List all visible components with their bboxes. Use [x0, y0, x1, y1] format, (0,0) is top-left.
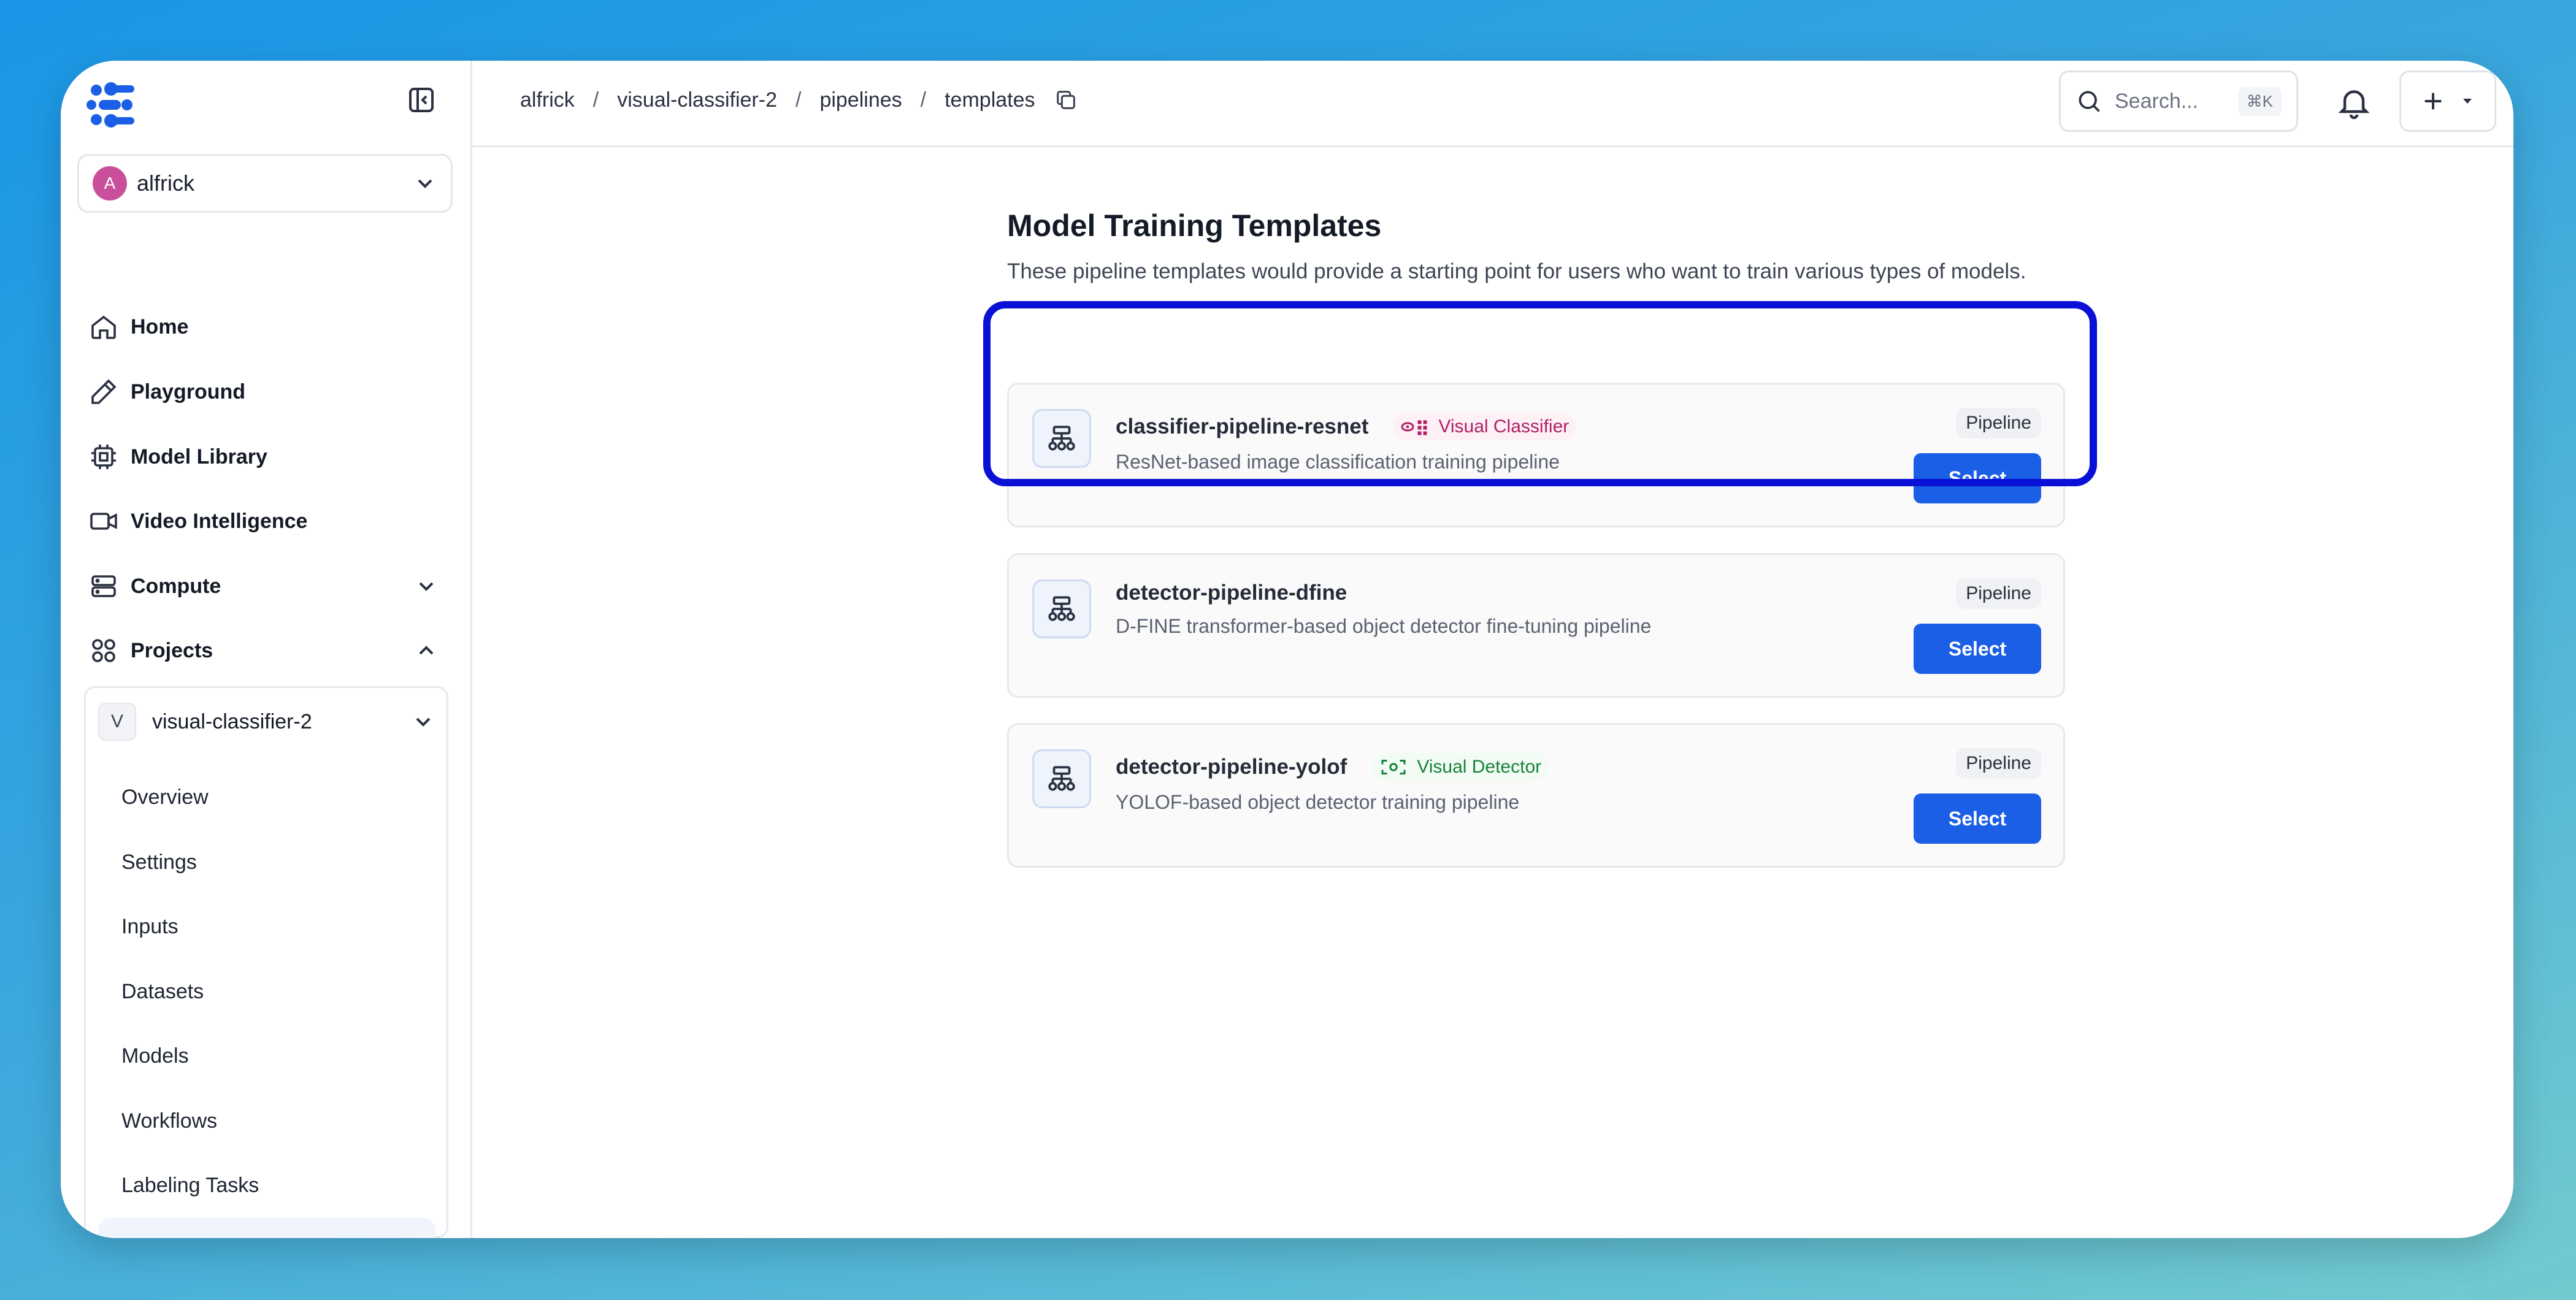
detector-icon [1381, 760, 1406, 774]
type-badge: Pipeline [1956, 578, 2041, 609]
page-title: Model Training Templates [1007, 208, 1382, 243]
sidebar-item-models[interactable]: Models [121, 1025, 459, 1087]
sidebar-item-model-library[interactable]: Model Library [89, 432, 451, 481]
plus-icon [2425, 93, 2442, 110]
template-card[interactable]: classifier-pipeline-resnet Visual Classi… [1007, 383, 2065, 527]
template-card[interactable]: detector-pipeline-dfine D-FINE transform… [1007, 553, 2065, 698]
grid-icon [92, 639, 115, 662]
breadcrumb-templates: templates [945, 88, 1035, 112]
sidebar-item-projects[interactable]: Projects [89, 626, 451, 675]
type-badge: Pipeline [1956, 408, 2041, 438]
template-description: ResNet-based image classification traini… [1116, 451, 1560, 473]
sidebar-item-workflows[interactable]: Workflows [121, 1090, 459, 1152]
sidebar-item-datasets[interactable]: Datasets [121, 961, 459, 1022]
sidebar-item-home[interactable]: Home [89, 302, 451, 351]
pen-icon [91, 379, 117, 404]
breadcrumb: alfrick / visual-classifier-2 / pipeline… [520, 88, 1078, 112]
breadcrumb-pipelines[interactable]: pipelines [819, 88, 902, 112]
template-description: D-FINE transformer-based object detector… [1116, 615, 1652, 637]
type-badge: Pipeline [1956, 748, 2041, 779]
chip-icon [91, 445, 116, 469]
search-icon [2079, 91, 2100, 112]
search-box[interactable]: ⌘K [2059, 71, 2298, 132]
project-switcher[interactable]: V visual-classifier-2 [98, 702, 435, 742]
pipeline-icon [1032, 579, 1091, 638]
sidebar-item-video-intelligence[interactable]: Video Intelligence [89, 497, 451, 546]
notifications-bell-icon[interactable] [2336, 84, 2372, 121]
search-shortcut: ⌘K [2237, 86, 2282, 116]
video-icon [90, 513, 117, 530]
select-button[interactable]: Select [1914, 793, 2041, 844]
model-type-tag: Visual Classifier [1393, 413, 1577, 441]
page-description: These pipeline templates would provide a… [1007, 259, 2026, 283]
template-title: detector-pipeline-yolof Visual Detector [1116, 753, 1549, 781]
collapse-sidebar-icon[interactable] [407, 85, 436, 115]
classifier-icon [1401, 420, 1427, 435]
sidebar-item-pipelines[interactable]: Pipelines [98, 1218, 435, 1238]
sidebar: A alfrick Home Playground Model Library … [61, 61, 472, 1238]
breadcrumb-separator: / [920, 88, 927, 112]
avatar: A [93, 166, 127, 201]
sidebar-item-label: Model Library [131, 445, 267, 468]
template-description: YOLOF-based object detector training pip… [1116, 791, 1520, 813]
breadcrumb-separator: / [592, 88, 599, 112]
select-button[interactable]: Select [1914, 453, 2041, 503]
pipeline-icon [1032, 749, 1091, 808]
sidebar-item-overview[interactable]: Overview [121, 767, 459, 828]
sidebar-item-labeling-tasks[interactable]: Labeling Tasks [121, 1155, 459, 1216]
template-name: classifier-pipeline-resnet [1116, 415, 1369, 438]
breadcrumb-account[interactable]: alfrick [520, 88, 575, 112]
account-name: alfrick [137, 170, 195, 196]
breadcrumb-project[interactable]: visual-classifier-2 [617, 88, 777, 112]
chevron-down-icon [419, 582, 434, 591]
search-input[interactable] [2115, 89, 2225, 113]
chevron-down-icon [416, 717, 431, 727]
template-title: detector-pipeline-dfine [1116, 581, 1347, 605]
clarifai-logo-icon[interactable] [83, 77, 139, 133]
model-type-tag: Visual Detector [1371, 753, 1549, 781]
create-new-button[interactable] [2399, 71, 2496, 132]
chevron-down-icon [418, 179, 432, 188]
pipeline-icon [1032, 409, 1091, 468]
copy-icon[interactable] [1054, 88, 1078, 112]
template-title: classifier-pipeline-resnet Visual Classi… [1116, 413, 1577, 441]
sidebar-item-inputs[interactable]: Inputs [121, 896, 459, 957]
server-icon [91, 575, 116, 597]
project-badge: V [98, 703, 136, 741]
caret-down-icon [2463, 99, 2472, 104]
sidebar-item-playground[interactable]: Playground [89, 367, 451, 416]
sidebar-item-label: Compute [131, 574, 221, 598]
home-icon [91, 315, 116, 339]
main-content: Model Training Templates These pipeline … [1007, 208, 2074, 868]
top-bar: alfrick / visual-classifier-2 / pipeline… [472, 61, 2513, 147]
account-switcher[interactable]: A alfrick [77, 154, 453, 213]
project-panel: V visual-classifier-2 Overview Settings … [84, 686, 448, 1238]
app-window: A alfrick Home Playground Model Library … [61, 61, 2513, 1238]
tag-label: Visual Classifier [1438, 416, 1570, 437]
sidebar-item-settings[interactable]: Settings [121, 832, 459, 893]
breadcrumb-separator: / [795, 88, 802, 112]
tag-label: Visual Detector [1417, 757, 1542, 777]
chevron-up-icon [419, 646, 434, 655]
template-card[interactable]: detector-pipeline-yolof Visual Detector … [1007, 723, 2065, 868]
sidebar-item-label: Home [131, 315, 189, 338]
select-button[interactable]: Select [1914, 624, 2041, 674]
template-name: detector-pipeline-yolof [1116, 755, 1347, 779]
project-name: visual-classifier-2 [152, 709, 312, 733]
sidebar-item-compute[interactable]: Compute [89, 562, 451, 611]
sidebar-item-label: Video Intelligence [131, 509, 308, 533]
sidebar-item-label: Playground [131, 380, 246, 403]
sidebar-item-label: Projects [131, 638, 213, 662]
template-name: detector-pipeline-dfine [1116, 581, 1347, 605]
